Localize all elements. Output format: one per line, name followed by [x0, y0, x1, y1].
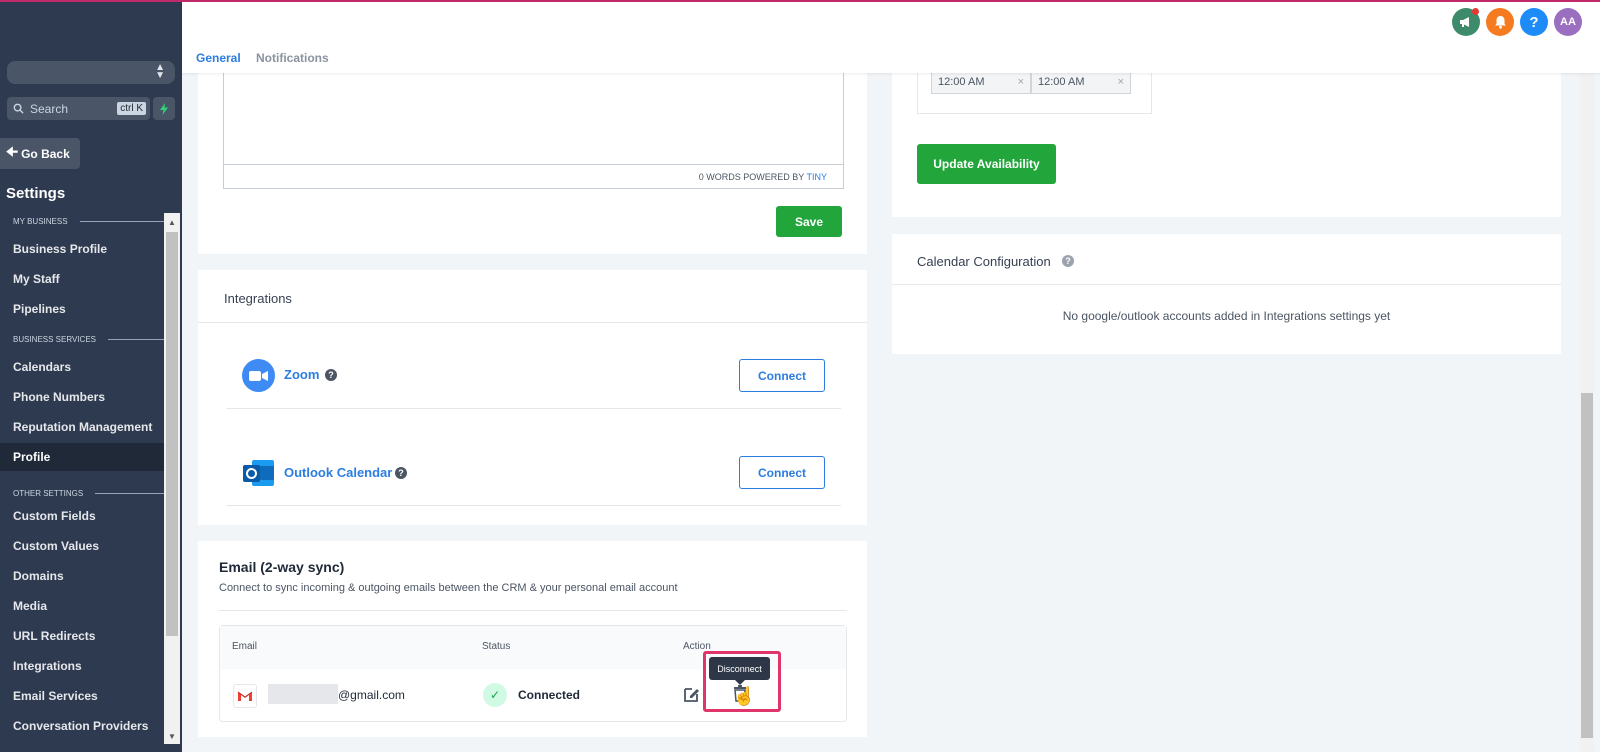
calendar-config-title: Calendar Configuration — [917, 254, 1051, 269]
search-shortcut: ctrl K — [117, 102, 146, 115]
scroll-up-icon[interactable]: ▲ — [164, 216, 180, 230]
nav-section-business-services: BUSINESS SERVICES — [13, 335, 164, 344]
zoom-icon — [242, 359, 275, 392]
sidebar-item-pipelines[interactable]: Pipelines — [0, 295, 164, 323]
divider — [226, 408, 841, 409]
sidebar-item-url-redirects[interactable]: URL Redirects — [0, 622, 164, 650]
page-scrollbar-thumb[interactable] — [1581, 393, 1593, 738]
column-email: Email — [232, 641, 258, 652]
outlook-connect-button[interactable]: Connect — [739, 456, 825, 489]
email-sync-title: Email (2-way sync) — [219, 559, 345, 575]
sidebar-item-calendars[interactable]: Calendars — [0, 353, 164, 381]
sidebar-item-phone-numbers[interactable]: Phone Numbers — [0, 383, 164, 411]
notification-dot — [1472, 8, 1479, 15]
settings-title: Settings — [6, 185, 66, 202]
nav-section-my-business: MY BUSINESS — [13, 217, 164, 226]
help-icon[interactable]: ? — [1062, 255, 1074, 267]
nav-section-other-settings: OTHER SETTINGS — [13, 489, 164, 498]
help-icon[interactable]: ? — [395, 467, 407, 479]
sidebar-item-conversation-providers[interactable]: Conversation Providers — [0, 712, 164, 740]
divider — [892, 284, 1561, 285]
tiny-link[interactable]: TINY — [806, 172, 827, 182]
sidebar-item-reputation-management[interactable]: Reputation Management — [0, 413, 164, 441]
check-icon: ✓ — [483, 683, 507, 707]
email-redacted — [268, 684, 338, 704]
go-back-label: Go Back — [21, 146, 70, 161]
tab-general[interactable]: General — [196, 51, 241, 65]
avatar[interactable]: AA — [1554, 8, 1582, 36]
help-icon[interactable]: ? — [1520, 8, 1548, 36]
gmail-icon — [233, 684, 257, 708]
time-to-input[interactable]: 12:00 AM × — [1031, 70, 1131, 94]
quick-actions-button[interactable] — [153, 97, 175, 120]
outlook-calendar-name[interactable]: Outlook Calendar — [284, 465, 392, 480]
settings-nav: MY BUSINESS Business Profile My Staff Pi… — [0, 213, 164, 752]
arrow-left-icon: 🠈 — [6, 143, 19, 159]
word-count: 0 WORDS POWERED BY — [698, 172, 805, 182]
email-sync-subtitle: Connect to sync incoming & outgoing emai… — [219, 582, 678, 594]
outlook-icon — [242, 458, 275, 488]
sidebar-item-integrations[interactable]: Integrations — [0, 652, 164, 680]
divider — [219, 610, 847, 611]
column-status: Status — [482, 641, 511, 652]
sidebar-scrollbar-thumb[interactable] — [166, 232, 178, 636]
rich-text-editor[interactable]: 0 WORDS POWERED BY TINY — [223, 73, 844, 189]
account-select[interactable]: ▲ ▼ — [7, 61, 175, 84]
megaphone-icon[interactable] — [1452, 8, 1480, 36]
email-address: @gmail.com — [338, 688, 405, 702]
sidebar-item-profile[interactable]: Profile — [0, 443, 164, 471]
clear-icon[interactable]: × — [1118, 71, 1124, 93]
chevron-updown-icon: ▲ ▼ — [155, 62, 165, 81]
integrations-title: Integrations — [224, 291, 292, 306]
sidebar-item-email-services[interactable]: Email Services — [0, 682, 164, 710]
sidebar: ▲ ▼ Search ctrl K 🠈 Go Back Settings MY B… — [0, 0, 182, 752]
help-icon[interactable]: ? — [325, 369, 337, 381]
clear-icon[interactable]: × — [1018, 71, 1024, 93]
sidebar-item-my-staff[interactable]: My Staff — [0, 265, 164, 293]
save-button[interactable]: Save — [776, 206, 842, 237]
sidebar-item-custom-values[interactable]: Custom Values — [0, 532, 164, 560]
divider — [226, 505, 841, 506]
edit-icon[interactable] — [683, 686, 700, 708]
update-availability-button[interactable]: Update Availability — [917, 144, 1056, 184]
sidebar-search[interactable]: Search ctrl K — [7, 97, 150, 120]
scroll-down-icon[interactable]: ▼ — [164, 730, 180, 744]
sidebar-item-domains[interactable]: Domains — [0, 562, 164, 590]
editor-footer: 0 WORDS POWERED BY TINY — [224, 164, 843, 188]
bolt-icon — [160, 102, 168, 115]
bell-icon[interactable] — [1486, 8, 1514, 36]
sidebar-item-media[interactable]: Media — [0, 592, 164, 620]
status-badge: Connected — [518, 688, 581, 702]
top-accent-line — [0, 0, 1600, 2]
tab-notifications[interactable]: Notifications — [256, 51, 329, 65]
divider — [198, 322, 867, 323]
top-header: General Notifications ? AA — [182, 2, 1600, 73]
calendar-config-card — [892, 234, 1561, 354]
time-from-input[interactable]: 12:00 AM × — [931, 70, 1031, 94]
calendar-empty-message: No google/outlook accounts added in Inte… — [1062, 309, 1391, 323]
search-placeholder: Search — [30, 101, 69, 116]
go-back-button[interactable]: 🠈 Go Back — [0, 138, 80, 169]
zoom-connect-button[interactable]: Connect — [739, 359, 825, 392]
zoom-name[interactable]: Zoom — [284, 367, 319, 382]
sidebar-item-business-profile[interactable]: Business Profile — [0, 235, 164, 263]
search-icon — [13, 103, 24, 114]
sidebar-item-custom-fields[interactable]: Custom Fields — [0, 502, 164, 530]
disconnect-tooltip: Disconnect — [709, 657, 770, 685]
